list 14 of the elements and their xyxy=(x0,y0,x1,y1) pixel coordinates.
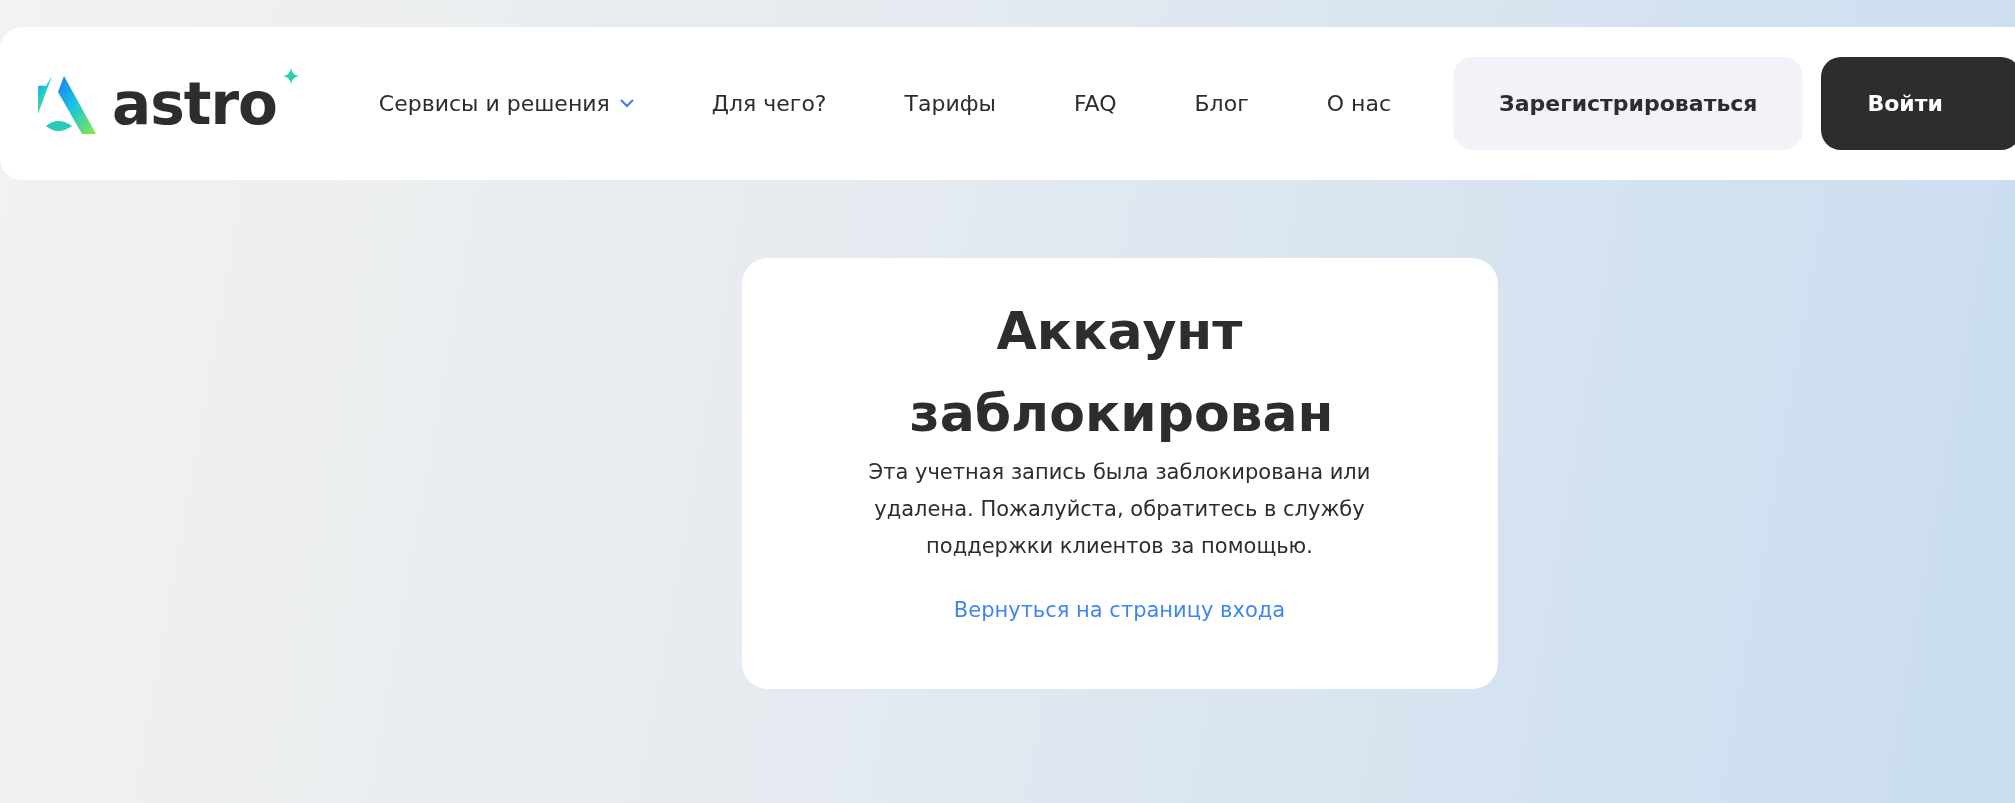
back-to-login-link[interactable]: Вернуться на страницу входа xyxy=(953,598,1286,622)
logo-text: astro xyxy=(112,74,277,133)
nav-link[interactable]: О нас xyxy=(1326,91,1391,116)
card-message: Эта учетная запись была заблокирована или удалена. Пожалуйста, обратитесь в службу поддержки клиентов за помощью. xyxy=(867,459,1372,560)
register-button[interactable]: Зарегистрироваться xyxy=(1453,57,1804,150)
nav-link[interactable]: FAQ xyxy=(1073,91,1117,116)
sparkle-icon xyxy=(282,67,299,84)
nav-link[interactable]: Блог xyxy=(1194,91,1249,116)
chevron-down-icon xyxy=(619,99,634,108)
card-title: Аккаунт заблокирован xyxy=(909,300,1330,445)
login-button[interactable]: Войти xyxy=(1821,57,2015,150)
nav-link[interactable]: Для чего? xyxy=(711,91,827,116)
nav-link[interactable]: Тарифы xyxy=(904,91,996,116)
nav-dropdown[interactable]: Сервисы и решения xyxy=(378,91,634,116)
